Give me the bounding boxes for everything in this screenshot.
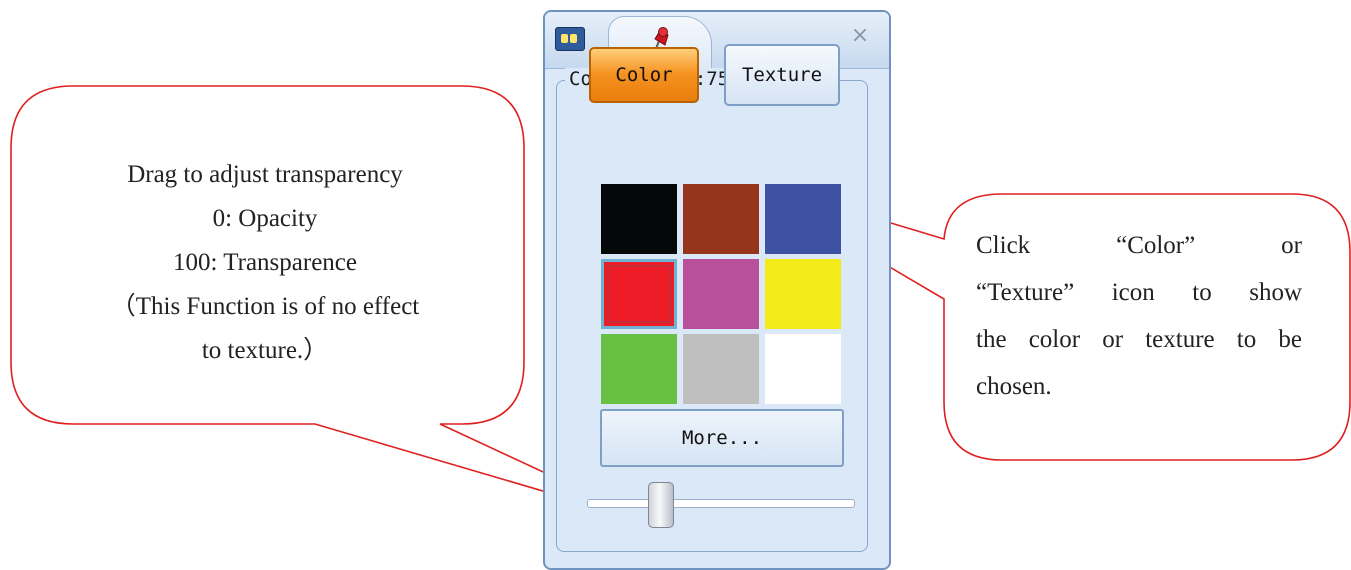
left-callout-text: Drag to adjust transparency 0: Opacity 1… xyxy=(30,153,500,373)
swatch-red[interactable] xyxy=(601,259,677,329)
swatch-pink[interactable] xyxy=(683,259,759,329)
left-callout-line: 0: Opacity xyxy=(212,205,318,232)
swatch-white[interactable] xyxy=(765,334,841,404)
right-callout-line: “Texture” icon to show xyxy=(976,279,1302,306)
close-icon[interactable]: × xyxy=(849,25,871,47)
color-palette-window: × Color-Trans:75% Color Texture More... xyxy=(543,10,891,570)
color-swatch-grid xyxy=(601,184,841,404)
left-callout-line: to texture.） xyxy=(201,337,329,364)
more-colors-button[interactable]: More... xyxy=(600,409,844,467)
color-button[interactable]: Color xyxy=(589,47,699,103)
right-callout-line: the color or texture to be xyxy=(976,326,1302,353)
app-icon xyxy=(555,27,585,51)
texture-button[interactable]: Texture xyxy=(724,44,840,106)
right-callout-text: Click “Color” or “Texture” icon to show … xyxy=(976,222,1302,410)
swatch-black[interactable] xyxy=(601,184,677,254)
swatch-blue[interactable] xyxy=(765,184,841,254)
swatch-brown[interactable] xyxy=(683,184,759,254)
left-callout-line: （This Function is of no effect xyxy=(110,293,420,320)
transparency-slider-thumb[interactable] xyxy=(647,482,674,528)
right-callout-line: chosen. xyxy=(976,373,1052,400)
swatch-yellow[interactable] xyxy=(765,259,841,329)
transparency-slider-track[interactable] xyxy=(587,499,855,508)
right-callout-line: Click “Color” or xyxy=(976,232,1302,259)
swatch-gray[interactable] xyxy=(683,334,759,404)
swatch-green[interactable] xyxy=(601,334,677,404)
left-callout-line: 100: Transparence xyxy=(173,249,357,276)
left-callout-line: Drag to adjust transparency xyxy=(127,161,403,188)
